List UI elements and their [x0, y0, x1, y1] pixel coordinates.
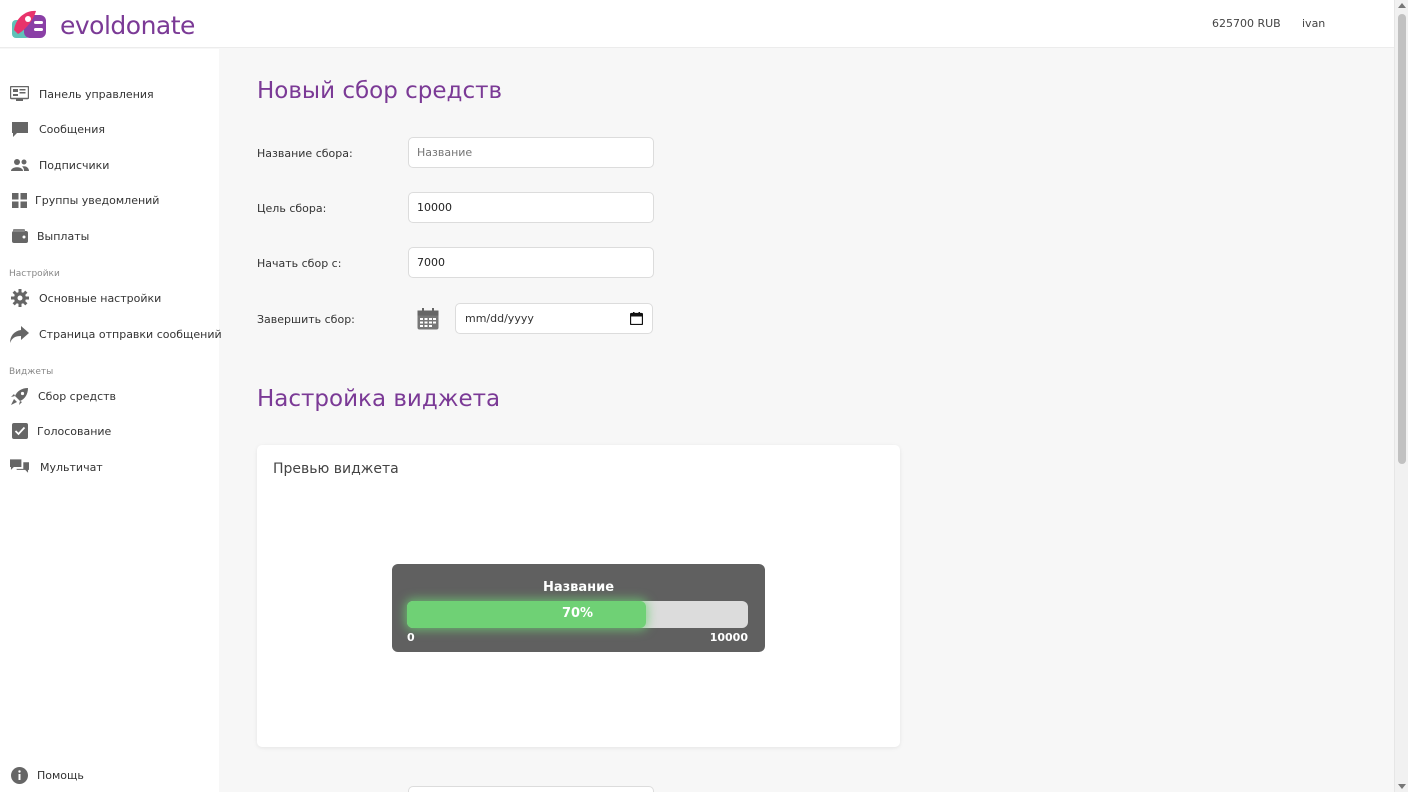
sidebar-item-label: Помощь [37, 768, 84, 782]
start-label: Начать сбор с: [257, 257, 342, 270]
share-icon [10, 325, 29, 344]
widget-settings-title: Настройка виджета [257, 386, 501, 412]
sidebar-item-label: Голосование [37, 424, 112, 438]
progress-percent: 70% [561, 606, 594, 621]
info-icon [10, 766, 29, 785]
sidebar-item-voting[interactable]: Голосование [0, 416, 219, 446]
date-placeholder: mm/dd/yyyy [465, 312, 534, 325]
logo[interactable]: evoldonate [10, 8, 195, 42]
fundraising-widget: Название 70% 0 10000 [392, 564, 765, 652]
next-input-partial[interactable] [408, 786, 654, 792]
sidebar-item-message-page[interactable]: Страница отправки сообщений [0, 319, 222, 349]
widget-name: Название [542, 580, 615, 595]
rocket-icon [10, 387, 29, 406]
end-date-input[interactable]: mm/dd/yyyy [455, 303, 653, 334]
fundraiser-name-input[interactable] [408, 137, 654, 168]
page-title: Новый сбор средств [257, 78, 503, 104]
sidebar-item-multichat[interactable]: Мультичат [0, 452, 219, 482]
top-header: evoldonate 625700 RUB ivan [0, 0, 1394, 48]
wallet-icon [10, 227, 29, 246]
sidebar-item-notification-groups[interactable]: Группы уведомлений [0, 185, 219, 215]
sidebar-item-help[interactable]: Помощь [0, 760, 219, 790]
date-picker-icon[interactable] [629, 312, 644, 326]
user-menu[interactable]: ivan [1302, 17, 1325, 30]
gear-icon [10, 289, 29, 308]
sidebar-item-main-settings[interactable]: Основные настройки [0, 283, 219, 313]
progress-max: 10000 [709, 631, 748, 644]
sidebar-item-dashboard[interactable]: Панель управления [0, 79, 219, 109]
widget-preview-card: Превью виджета Название 70% 0 10000 [257, 445, 900, 747]
chat-icon [10, 458, 29, 477]
grid-icon [10, 191, 29, 210]
sidebar-item-label: Сообщения [39, 122, 106, 136]
sidebar-item-subscribers[interactable]: Подписчики [0, 150, 219, 180]
sidebar-item-label: Сбор средств [38, 389, 117, 403]
sidebar-item-payouts[interactable]: Выплаты [0, 221, 219, 251]
widget-preview-title: Превью виджета [273, 461, 399, 477]
section-title-settings: Настройки [9, 269, 60, 279]
users-icon [10, 156, 29, 175]
sidebar-item-label: Выплаты [37, 229, 90, 243]
sidebar: Панель управления Сообщения Подписчики Г… [0, 49, 222, 792]
sidebar-item-messages[interactable]: Сообщения [0, 114, 219, 144]
progress-bar: 70% [407, 601, 748, 628]
balance-display: 625700 RUB [1212, 17, 1281, 30]
scroll-down-icon[interactable] [1398, 784, 1406, 789]
calendar-icon[interactable] [417, 308, 439, 330]
scroll-up-icon[interactable] [1398, 3, 1406, 8]
sidebar-item-label: Группы уведомлений [35, 193, 160, 207]
sidebar-item-fundraising[interactable]: Сбор средств [0, 381, 219, 411]
progress-min: 0 [407, 631, 415, 644]
logo-text: evoldonate [60, 10, 195, 40]
start-amount-input[interactable] [408, 247, 654, 278]
sidebar-item-label: Панель управления [39, 87, 154, 101]
sidebar-item-label: Мультичат [40, 460, 103, 474]
sidebar-item-label: Основные настройки [39, 291, 162, 305]
name-label: Название сбора: [257, 147, 353, 160]
section-title-widgets: Виджеты [9, 367, 54, 377]
main-content: Новый сбор средств Название сбора: Цель … [219, 49, 1394, 792]
sidebar-item-label: Подписчики [39, 158, 110, 172]
scrollbar-thumb[interactable] [1398, 14, 1406, 464]
rocket-logo-icon [12, 10, 46, 38]
message-icon [10, 120, 29, 139]
page-scrollbar[interactable] [1394, 0, 1408, 792]
checkbox-icon [10, 422, 29, 441]
goal-input[interactable] [408, 192, 654, 223]
dashboard-icon [10, 85, 29, 104]
goal-label: Цель сбора: [257, 202, 327, 215]
sidebar-item-label: Страница отправки сообщений [39, 327, 222, 341]
end-label: Завершить сбор: [257, 313, 355, 326]
